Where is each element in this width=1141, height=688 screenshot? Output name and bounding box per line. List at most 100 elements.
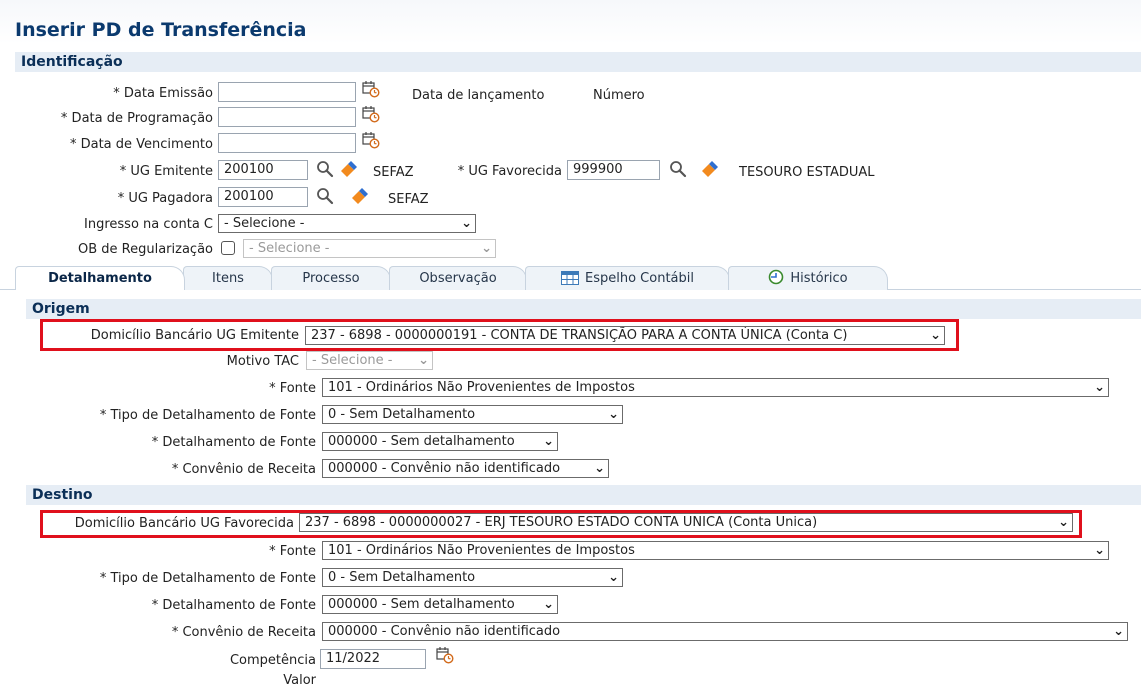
data-vencimento-input[interactable] (218, 133, 356, 153)
destino-tipo-det-fonte-value: 0 - Sem Detalhamento (328, 570, 476, 585)
origem-fonte-label: * Fonte (269, 381, 316, 396)
ingresso-value: - Selecione - (224, 216, 305, 231)
clear-icon[interactable] (350, 187, 368, 205)
origem-tipo-det-fonte-value: 0 - Sem Detalhamento (328, 407, 476, 422)
calendar-icon[interactable] (362, 131, 380, 149)
destino-det-fonte-label: * Detalhamento de Fonte (151, 598, 316, 613)
origem-det-fonte-select[interactable]: 000000 - Sem detalhamento ⌄ (322, 432, 558, 451)
motivo-tac-value: - Selecione - (312, 353, 393, 368)
origem-domicilio-value: 237 - 6898 - 0000000191 - CONTA DE TRANS… (311, 328, 848, 343)
ob-regularizacao-label: OB de Regularização (78, 242, 213, 257)
tab-label: Observação (419, 271, 497, 286)
valor-label: Valor (283, 673, 316, 688)
search-icon[interactable] (669, 160, 687, 178)
ob-regularizacao-checkbox[interactable] (221, 241, 235, 255)
destino-tipo-det-fonte-label: * Tipo de Detalhamento de Fonte (99, 571, 316, 586)
section-origem: Origem (26, 299, 1141, 319)
destino-convenio-value: 000000 - Convênio não identificado (328, 624, 561, 639)
tab-itens[interactable]: Itens (183, 266, 273, 290)
page-title: Inserir PD de Transferência (15, 19, 307, 41)
origem-det-fonte-value: 000000 - Sem detalhamento (328, 434, 515, 449)
calendar-icon[interactable] (362, 105, 380, 123)
tab-label: Processo (302, 271, 360, 286)
search-icon[interactable] (316, 187, 334, 205)
chevron-down-icon: ⌄ (1094, 380, 1105, 395)
calendar-icon[interactable] (436, 646, 454, 664)
origem-tipo-det-fonte-select[interactable]: 0 - Sem Detalhamento ⌄ (322, 405, 623, 424)
search-icon[interactable] (316, 160, 334, 178)
chevron-down-icon: ⌄ (543, 434, 554, 449)
calendar-icon[interactable] (362, 80, 380, 98)
history-icon (769, 269, 784, 285)
origem-domicilio-label: Domicílio Bancário UG Emitente (90, 328, 299, 343)
data-emissao-input[interactable] (218, 82, 356, 102)
data-programacao-label: * Data de Programação (60, 111, 213, 126)
chevron-down-icon: ⌄ (930, 328, 941, 343)
clear-icon[interactable] (339, 160, 357, 178)
origem-domicilio-select[interactable]: 237 - 6898 - 0000000191 - CONTA DE TRANS… (305, 326, 945, 345)
tab-label: Itens (212, 271, 244, 286)
origem-fonte-select[interactable]: 101 - Ordinários Não Provenientes de Imp… (322, 378, 1109, 397)
data-programacao-input[interactable] (218, 107, 356, 127)
destino-fonte-value: 101 - Ordinários Não Provenientes de Imp… (328, 543, 635, 558)
chevron-down-icon: ⌄ (1058, 515, 1069, 530)
tab-espelho-contabil[interactable]: Espelho Contábil (525, 266, 730, 290)
motivo-tac-label: Motivo TAC (226, 354, 299, 369)
destino-det-fonte-select[interactable]: 000000 - Sem detalhamento ⌄ (322, 595, 558, 614)
origem-det-fonte-label: * Detalhamento de Fonte (151, 435, 316, 450)
section-identificacao: Identificação (15, 52, 1141, 72)
tab-detalhamento[interactable]: Detalhamento (15, 266, 185, 290)
origem-convenio-select[interactable]: 000000 - Convênio não identificado ⌄ (322, 459, 609, 478)
tab-processo[interactable]: Processo (271, 266, 391, 290)
numero-label: Número (593, 88, 645, 103)
competencia-label: Competência (229, 653, 316, 668)
chevron-down-icon: ⌄ (461, 216, 472, 231)
tab-label: Detalhamento (48, 271, 152, 286)
chevron-down-icon: ⌄ (418, 353, 429, 368)
destino-det-fonte-value: 000000 - Sem detalhamento (328, 597, 515, 612)
section-destino: Destino (26, 485, 1141, 505)
ob-regularizacao-value: - Selecione - (249, 241, 330, 256)
ob-regularizacao-select: - Selecione - ⌄ (243, 239, 496, 258)
ug-emitente-name: SEFAZ (373, 165, 414, 180)
destino-convenio-label: * Convênio de Receita (171, 625, 316, 640)
tab-historico[interactable]: Histórico (728, 266, 888, 290)
destino-tipo-det-fonte-select[interactable]: 0 - Sem Detalhamento ⌄ (322, 568, 623, 587)
clear-icon[interactable] (700, 160, 718, 178)
ingresso-label: Ingresso na conta C (84, 217, 213, 232)
chevron-down-icon: ⌄ (543, 597, 554, 612)
tab-label: Histórico (790, 271, 848, 286)
ingresso-select[interactable]: - Selecione - ⌄ (218, 214, 476, 233)
ug-favorecida-label: * UG Favorecida (457, 164, 562, 179)
tab-label: Espelho Contábil (585, 271, 694, 286)
chevron-down-icon: ⌄ (608, 407, 619, 422)
origem-convenio-label: * Convênio de Receita (171, 462, 316, 477)
ug-emitente-label: * UG Emitente (119, 164, 213, 179)
data-vencimento-label: * Data de Vencimento (69, 137, 213, 152)
destino-domicilio-select[interactable]: 237 - 6898 - 0000000027 - ERJ TESOURO ES… (299, 513, 1073, 532)
ug-favorecida-input[interactable]: 999900 (567, 160, 660, 180)
origem-fonte-value: 101 - Ordinários Não Provenientes de Imp… (328, 380, 635, 395)
data-lancamento-label: Data de lançamento (412, 88, 545, 103)
ug-pagadora-label: * UG Pagadora (117, 191, 213, 206)
motivo-tac-select: - Selecione - ⌄ (306, 351, 433, 370)
chevron-down-icon: ⌄ (1094, 543, 1105, 558)
destino-domicilio-label: Domicílio Bancário UG Favorecida (74, 516, 294, 531)
table-icon (561, 271, 579, 285)
ug-pagadora-input[interactable]: 200100 (218, 187, 308, 207)
destino-convenio-select[interactable]: 000000 - Convênio não identificado ⌄ (322, 622, 1128, 641)
destino-fonte-label: * Fonte (269, 544, 316, 559)
destino-fonte-select[interactable]: 101 - Ordinários Não Provenientes de Imp… (322, 541, 1109, 560)
origem-tipo-det-fonte-label: * Tipo de Detalhamento de Fonte (99, 408, 316, 423)
ug-emitente-input[interactable]: 200100 (218, 160, 308, 180)
chevron-down-icon: ⌄ (1113, 624, 1124, 639)
chevron-down-icon: ⌄ (481, 241, 492, 256)
data-emissao-label: * Data Emissão (113, 86, 213, 101)
competencia-input[interactable]: 11/2022 (320, 649, 426, 669)
ug-favorecida-name: TESOURO ESTADUAL (739, 165, 875, 180)
chevron-down-icon: ⌄ (608, 570, 619, 585)
origem-convenio-value: 000000 - Convênio não identificado (328, 461, 561, 476)
chevron-down-icon: ⌄ (594, 461, 605, 476)
tab-observacao[interactable]: Observação (389, 266, 527, 290)
ug-pagadora-name: SEFAZ (388, 192, 429, 207)
